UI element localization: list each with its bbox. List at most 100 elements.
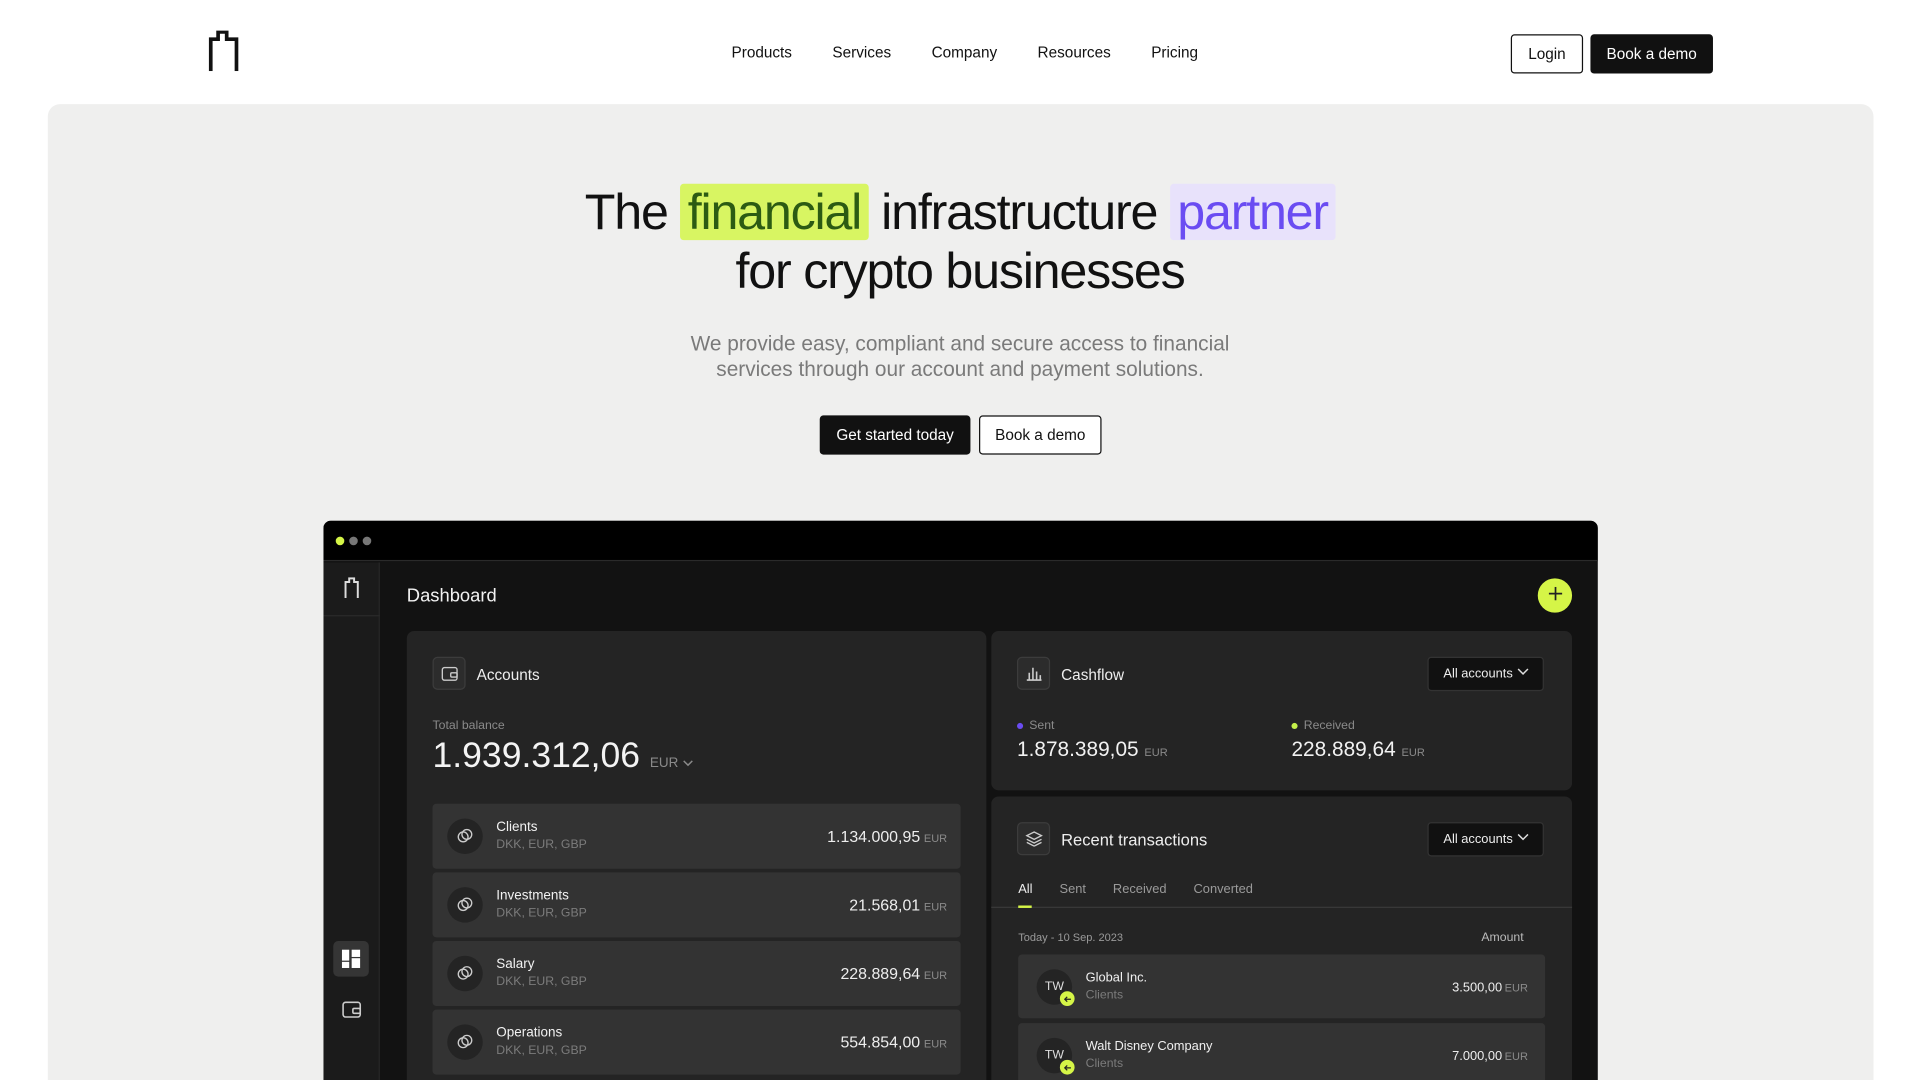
account-row[interactable]: Clients DKK, EUR, GBP 1.134.000,95 EUR [432, 803, 961, 869]
tab-sent[interactable]: Sent [1059, 882, 1085, 897]
sidebar-divider [323, 615, 380, 617]
received-dot-icon [1291, 722, 1298, 729]
page: Products Services Company Resources Pric… [0, 0, 1920, 1080]
coins-icon [447, 955, 483, 992]
sent-label: Sent [1029, 719, 1055, 733]
add-button[interactable] [1537, 578, 1573, 613]
window-dot-icon [335, 536, 345, 546]
account-row[interactable]: Investments DKK, EUR, GBP 21.568,01 EUR [432, 872, 961, 938]
hero-title-infrastructure: infrastructure [881, 183, 1158, 241]
login-button[interactable]: Login [1510, 34, 1584, 74]
nav-link-services[interactable]: Services [832, 44, 891, 61]
hero-title-highlight-partner: partner [1169, 183, 1336, 241]
total-balance-amount: 1.939.312,06 [432, 736, 641, 776]
account-name: Investments [496, 888, 569, 904]
nav-link-pricing[interactable]: Pricing [1151, 44, 1198, 61]
nav-link-resources[interactable]: Resources [1038, 44, 1111, 61]
book-demo-button[interactable]: Book a demo [1590, 34, 1713, 74]
tab-converted[interactable]: Converted [1194, 882, 1253, 897]
coins-icon [447, 1024, 483, 1060]
cashflow-account-select[interactable]: All accounts [1427, 656, 1544, 692]
account-amount-value: 21.568,01 [849, 895, 921, 915]
chevron-down-icon [682, 760, 693, 767]
recent-transactions-title: Recent transactions [1061, 830, 1208, 850]
transaction-name: Global Inc. [1085, 970, 1148, 986]
transaction-category: Clients [1085, 988, 1124, 1003]
account-amount: 554.854,00 EUR [840, 1033, 947, 1051]
coins-icon [447, 818, 483, 855]
account-name: Salary [496, 956, 535, 972]
incoming-arrow-icon [1059, 1059, 1075, 1075]
sent-unit: EUR [1144, 746, 1168, 759]
account-amount: 21.568,01 EUR [849, 896, 947, 914]
get-started-button[interactable]: Get started today [819, 415, 971, 455]
received-value: 228.889,64 EUR [1291, 738, 1424, 763]
hero-subtitle-line2: services through our account and payment… [716, 357, 1204, 382]
total-balance-label: Total balance [432, 719, 505, 733]
account-amount: 228.889,64 EUR [840, 964, 947, 982]
account-amount-value: 228.889,64 [840, 964, 921, 983]
hero-title: The financial infrastructure partner [0, 183, 1920, 242]
hero-title-highlight-financial: financial [680, 183, 869, 241]
transactions-account-select[interactable]: All accounts [1427, 822, 1544, 857]
nav-links: Products Services Company Resources Pric… [732, 44, 1199, 61]
account-currencies: DKK, EUR, GBP [496, 1043, 587, 1058]
window-dot-icon [362, 536, 372, 546]
bar-chart-icon [1016, 656, 1051, 690]
account-amount-unit: EUR [923, 1037, 948, 1051]
transaction-amount-unit: EUR [1504, 1050, 1528, 1063]
accounts-title: Accounts [476, 666, 540, 684]
amount-header: Amount [1481, 931, 1524, 945]
account-amount-unit: EUR [923, 969, 948, 982]
window-titlebar [323, 520, 1598, 562]
sent-legend: Sent [1016, 719, 1055, 733]
sent-value: 1.878.389,05 EUR [1017, 738, 1168, 763]
select-value: All accounts [1443, 831, 1513, 847]
received-unit: EUR [1401, 746, 1425, 759]
transaction-row[interactable]: TW Walt Disney Company Clients 7.000,00 E… [1018, 1023, 1546, 1080]
account-row[interactable]: Salary DKK, EUR, GBP 228.889,64 EUR [432, 941, 961, 1006]
wallet-icon [432, 656, 466, 690]
window-dot-icon [349, 536, 358, 546]
nav-link-company[interactable]: Company [932, 44, 998, 61]
tabs-divider [991, 906, 1573, 908]
app-logo-icon[interactable] [343, 577, 360, 598]
received-label: Received [1303, 719, 1355, 733]
dashboard-icon[interactable] [333, 941, 369, 977]
account-amount-unit: EUR [923, 831, 948, 845]
transaction-name: Walt Disney Company [1085, 1039, 1213, 1054]
select-value: All accounts [1443, 666, 1513, 682]
account-amount: 1.134.000,95 EUR [827, 827, 947, 845]
tab-received[interactable]: Received [1113, 882, 1167, 897]
dashboard-preview-window: Dashboard Accounts Total balance 1.939.3… [323, 520, 1598, 1080]
cashflow-title: Cashflow [1061, 666, 1125, 684]
account-amount-value: 1.134.000,95 [827, 827, 921, 846]
brand-logo[interactable] [207, 30, 240, 72]
nav-link-products[interactable]: Products [732, 44, 792, 61]
currency-selector[interactable]: EUR [650, 756, 693, 771]
cashflow-card: Cashflow All accounts Sent 1.878.389,05 … [991, 631, 1573, 791]
app-sidebar [323, 562, 380, 1080]
transaction-category: Clients [1085, 1057, 1124, 1071]
transaction-row[interactable]: TW Global Inc. Clients 3.500,00 EUR [1018, 954, 1546, 1019]
received-legend: Received [1291, 719, 1355, 733]
transaction-amount: 3.500,00 EUR [1452, 980, 1528, 995]
account-name: Operations [496, 1025, 563, 1041]
received-amount: 228.889,64 [1291, 737, 1396, 761]
book-demo-secondary-button[interactable]: Book a demo [979, 415, 1102, 455]
tab-all[interactable]: All [1018, 882, 1032, 897]
dashboard-title: Dashboard [406, 585, 497, 607]
account-row[interactable]: Operations DKK, EUR, GBP 554.854,00 EUR [432, 1009, 961, 1075]
currency-label: EUR [649, 756, 679, 771]
hero-title-the: The [584, 183, 669, 241]
recent-transactions-card: Recent transactions All accounts All Sen… [991, 796, 1573, 1080]
wallet-icon[interactable] [333, 991, 369, 1027]
account-currencies: DKK, EUR, GBP [496, 975, 587, 989]
chevron-down-icon [1517, 833, 1529, 841]
transaction-amount-unit: EUR [1504, 981, 1528, 994]
account-amount-unit: EUR [923, 900, 948, 913]
sent-amount: 1.878.389,05 [1016, 737, 1139, 761]
transaction-tabs: All Sent Received Converted [1018, 882, 1253, 897]
hero-title-line2: for crypto businesses [735, 242, 1186, 299]
total-balance-value: 1.939.312,06 EUR [433, 736, 694, 776]
